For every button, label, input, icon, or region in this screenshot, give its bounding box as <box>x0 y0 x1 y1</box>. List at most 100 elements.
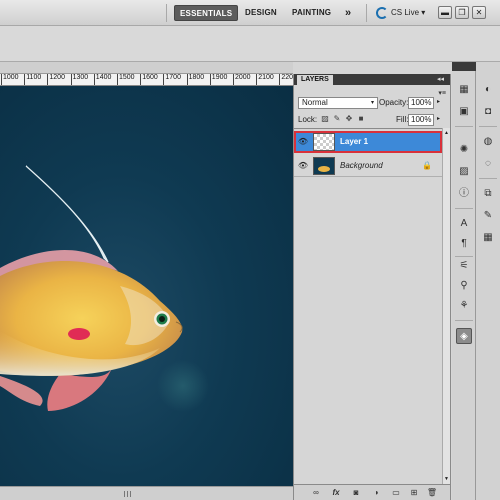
layer-name[interactable]: Layer 1 <box>340 131 368 153</box>
appbar-separator <box>366 4 367 22</box>
paths-icon[interactable]: ✎ <box>480 208 496 224</box>
minimize-button[interactable]: ▬ <box>438 6 452 19</box>
tool-presets-icon[interactable]: ⚘ <box>456 298 472 314</box>
styles-icon[interactable]: ⧉ <box>480 186 496 202</box>
workspace-painting-button[interactable]: PAINTING <box>287 5 336 21</box>
trash-icon[interactable]: 🗑 <box>426 487 438 499</box>
cs-live-label: CS Live <box>391 8 420 17</box>
eye-icon[interactable]: 👁 <box>296 134 310 150</box>
fx-icon[interactable]: fx <box>330 487 342 499</box>
chevron-down-icon: ▾ <box>421 8 426 17</box>
blend-mode-select[interactable]: Normal ▾ <box>298 97 378 109</box>
scroll-up-icon[interactable]: ▲ <box>444 130 449 136</box>
ruler-tick-label: 2200 <box>279 74 293 85</box>
clone-source-icon[interactable]: ⚲ <box>456 278 472 294</box>
new-group-icon[interactable]: ▭ <box>390 487 402 499</box>
channels-icon[interactable]: ▦ <box>480 230 496 246</box>
info-icon[interactable]: ▣ <box>456 104 472 120</box>
more-workspaces-button[interactable]: » <box>340 5 356 21</box>
document-canvas[interactable] <box>0 86 293 486</box>
lock-transparent-pixels-icon[interactable]: ▨ <box>320 114 330 124</box>
navigator-icon[interactable]: ✺ <box>456 142 472 158</box>
ruler-tick-label: 1200 <box>47 74 65 85</box>
lock-position-icon[interactable]: ✥ <box>344 114 354 124</box>
dock-separator <box>455 126 473 127</box>
restore-button[interactable]: ❐ <box>455 6 469 19</box>
panel-dock-left: ▦ ▣ ✺ ▨ ⓘ A ¶ ⚟ ⚲ ⚘ ◈ <box>452 62 500 500</box>
layers-scrollbar[interactable]: ▲ ▼ <box>442 128 450 484</box>
swatches-icon[interactable]: ◘ <box>480 104 496 120</box>
options-bar <box>0 26 500 62</box>
ruler-tick-label: 1600 <box>140 74 158 85</box>
tab-layers[interactable]: LAYERS <box>297 75 333 85</box>
cs-live-icon <box>376 6 388 19</box>
image-icon[interactable]: ▨ <box>456 164 472 180</box>
application-bar: ESSENTIALS DESIGN PAINTING » CS Live ▾ ▬… <box>0 0 500 26</box>
color-icon[interactable]: ◐ <box>480 82 496 98</box>
ruler-tick-label: 1800 <box>186 74 205 85</box>
dock-separator <box>479 178 497 179</box>
ruler-tick-label: 2000 <box>233 74 251 85</box>
layers-list: 👁 Layer 1 👁 Background 🔒 <box>294 128 442 484</box>
layer-row-layer-1[interactable]: 👁 Layer 1 <box>294 131 442 153</box>
ruler-tick-label: 1700 <box>163 74 181 85</box>
fill-slider-arrow-icon[interactable]: ▸ <box>437 115 440 122</box>
link-layers-icon[interactable]: ∞ <box>310 487 322 499</box>
cs-live-button[interactable]: CS Live ▾ <box>376 5 425 21</box>
collapse-panel-icon[interactable]: ◂◂ <box>437 74 444 85</box>
horizontal-ruler[interactable]: 1000 1100 1200 1300 1400 1500 1600 1700 1800 1900… <box>0 74 293 86</box>
new-layer-icon[interactable]: ⊞ <box>408 487 420 499</box>
chevron-down-icon: ▾ <box>370 100 374 106</box>
scroll-down-icon[interactable]: ▼ <box>444 476 449 482</box>
layer-row-background[interactable]: 👁 Background 🔒 <box>294 155 442 177</box>
horizontal-scrollbar[interactable] <box>0 486 293 500</box>
histogram-icon[interactable]: ▦ <box>456 82 472 98</box>
lock-all-icon[interactable]: ■ <box>356 114 366 124</box>
close-button[interactable]: ✕ <box>472 6 486 19</box>
fill-field[interactable]: 100% <box>408 114 434 126</box>
adjustment-layer-icon[interactable]: ◑ <box>370 487 382 499</box>
fish-thumbnail <box>318 166 330 172</box>
workspace-design-button[interactable]: DESIGN <box>240 5 282 21</box>
scrollbar-grip[interactable] <box>124 491 132 497</box>
eye-icon[interactable]: 👁 <box>296 158 310 174</box>
ruler-tick-label: 1300 <box>70 74 89 85</box>
character-icon[interactable]: A <box>456 216 472 232</box>
layers-panel-footer: ∞ fx ◙ ◑ ▭ ⊞ 🗑 <box>294 484 450 500</box>
layer-name[interactable]: Background <box>340 155 383 177</box>
brush-presets-icon[interactable]: ⚟ <box>456 258 472 274</box>
masks-icon[interactable]: ◌ <box>480 156 496 172</box>
opacity-label: Opacity: <box>379 98 409 107</box>
panel-header: LAYERS ◂◂ <box>294 74 450 85</box>
lock-icon: 🔒 <box>422 161 432 170</box>
adjustments-icon[interactable]: ◍ <box>480 134 496 150</box>
lock-label: Lock: <box>298 115 318 124</box>
dock-separator <box>455 320 473 321</box>
opacity-slider-arrow-icon[interactable]: ▸ <box>437 98 440 105</box>
blend-mode-value: Normal <box>302 98 328 107</box>
ruler-tick-label: 1000 <box>1 74 19 85</box>
document-tab-strip <box>0 62 293 74</box>
add-mask-icon[interactable]: ◙ <box>350 487 362 499</box>
lock-image-pixels-icon[interactable]: ✎ <box>332 114 342 124</box>
paragraph-icon[interactable]: ¶ <box>456 236 472 252</box>
info-circle-icon[interactable]: ⓘ <box>456 186 472 202</box>
panel-menu-icon[interactable]: ▾≡ <box>438 89 446 97</box>
ruler-tick-label: 1500 <box>117 74 135 85</box>
fill-label: Fill: <box>396 115 409 124</box>
ruler-tick-label: 2100 <box>256 74 274 85</box>
ruler-tick-label: 1900 <box>209 74 228 85</box>
panel-dock-right: ◐ ◘ ◍ ◌ ⧉ ✎ ▦ <box>476 62 500 500</box>
layers-panel: LAYERS ◂◂ ▾≡ Normal ▾ Opacity: 100% ▸ Lo… <box>293 74 451 500</box>
layers-panel-icon[interactable]: ◈ <box>456 328 472 344</box>
workspace-essentials-button[interactable]: ESSENTIALS <box>174 5 239 21</box>
dock-separator <box>479 126 497 127</box>
layer-thumbnail <box>313 157 335 175</box>
ruler-tick-label: 1100 <box>24 74 42 85</box>
layer-thumbnail <box>313 133 335 151</box>
fish-photo <box>0 165 209 412</box>
appbar-separator <box>166 4 167 22</box>
opacity-field[interactable]: 100% <box>408 97 434 109</box>
dock-separator <box>455 208 473 209</box>
ruler-tick-label: 1400 <box>93 74 112 85</box>
